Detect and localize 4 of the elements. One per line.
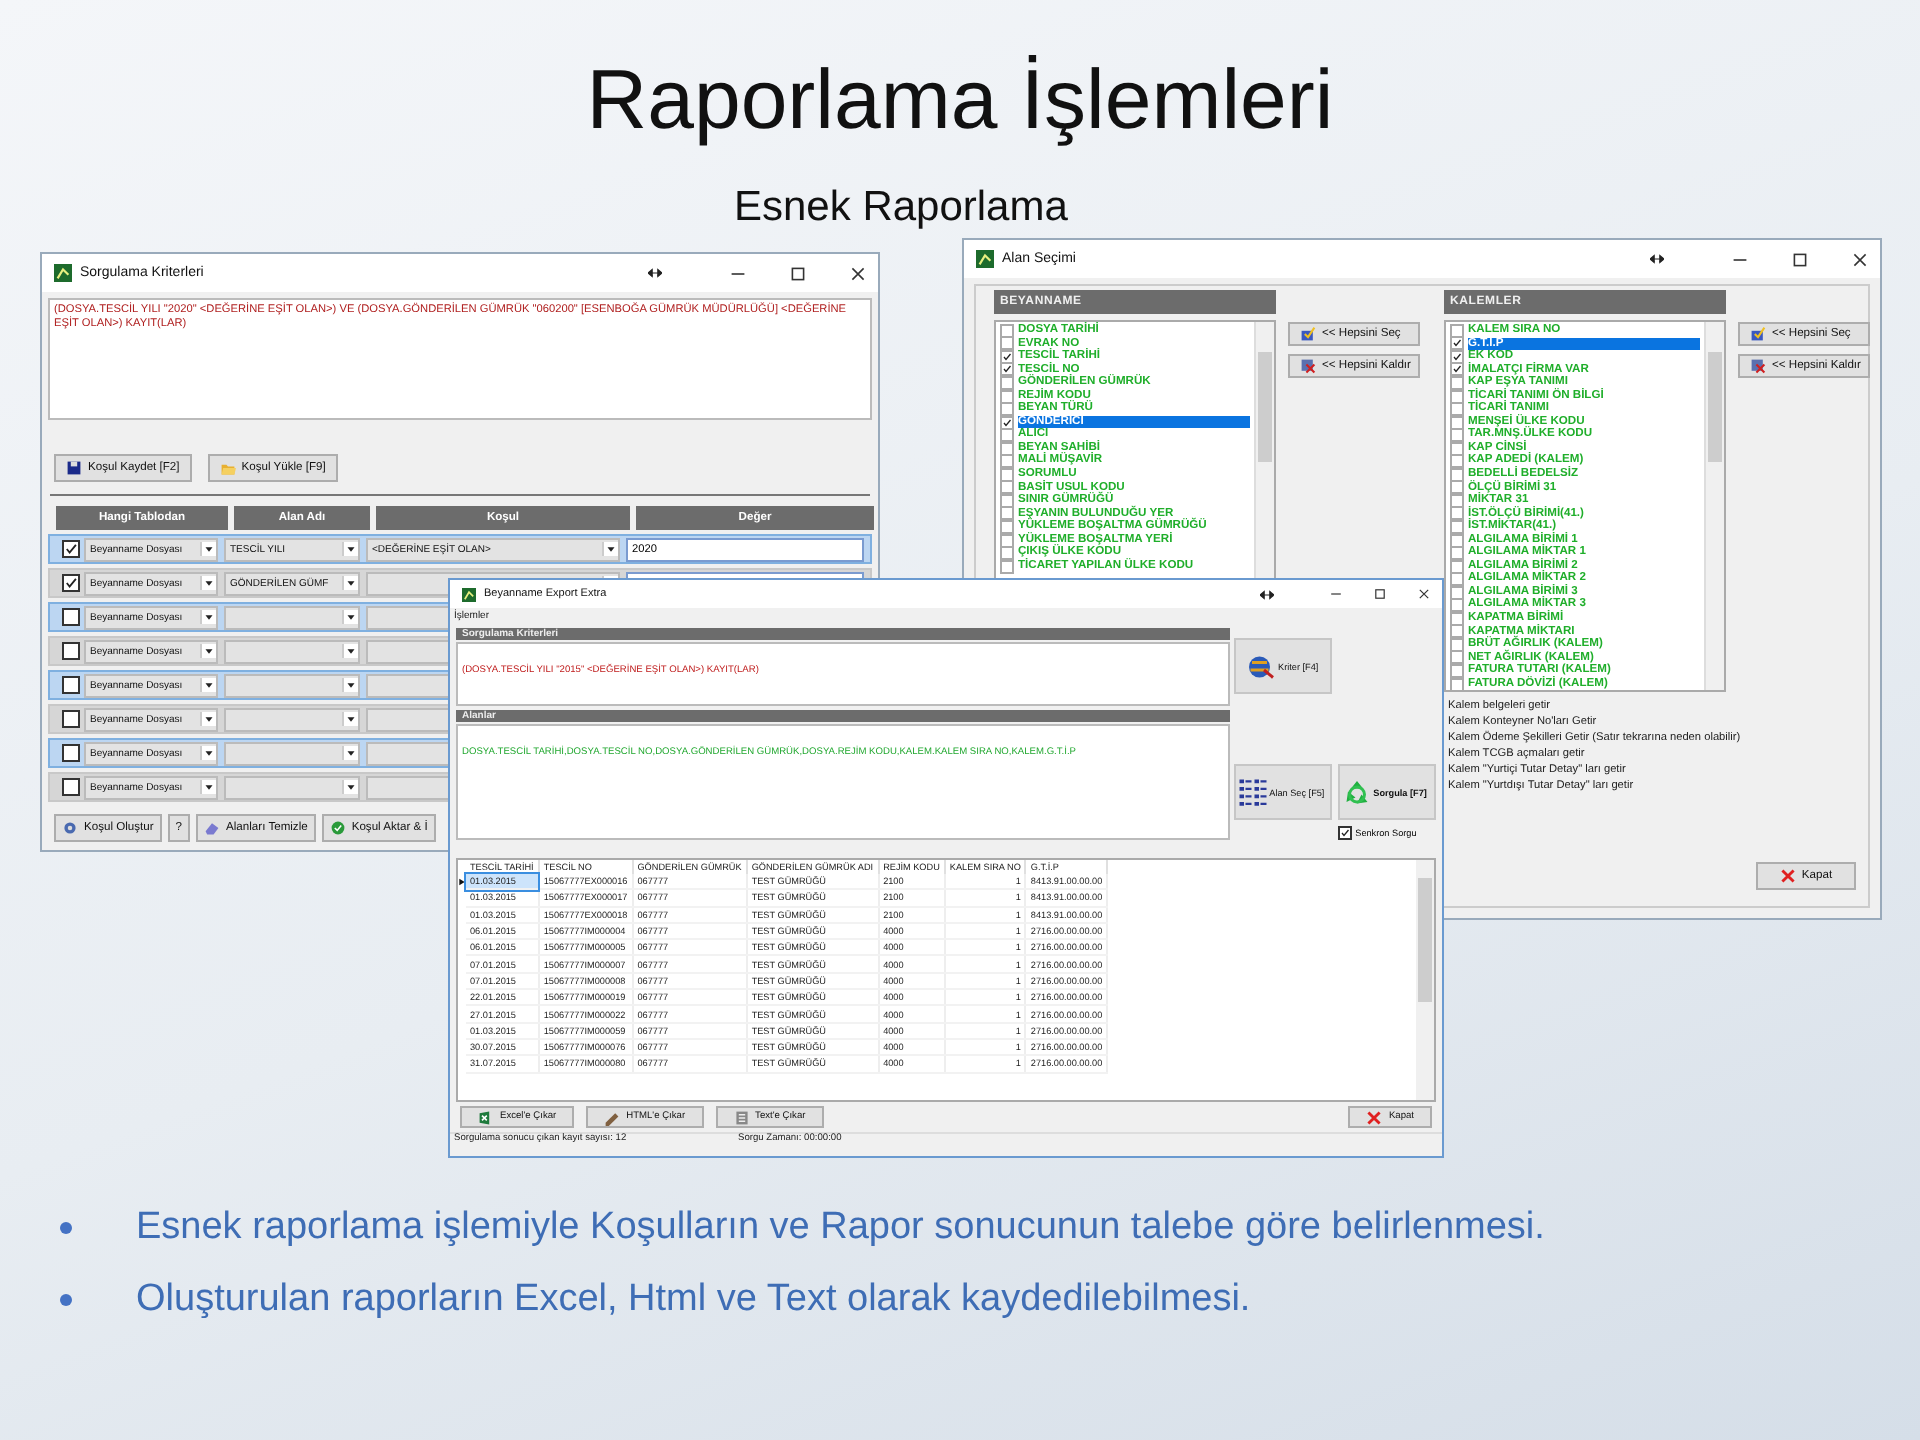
slide-subtitle: Esnek Raporlama [734,184,1068,232]
bullet-text: Esnek raporlama işlemiyle Koşulların ve Rapor sonucunun talebe göre belirlenmesi. [136,1206,1545,1250]
bullet-text: Oluşturulan raporların Excel, Html ve Text olarak kaydedilebilmesi. [136,1278,1251,1322]
slide-title: Raporlama İşlemleri [584,52,1336,148]
